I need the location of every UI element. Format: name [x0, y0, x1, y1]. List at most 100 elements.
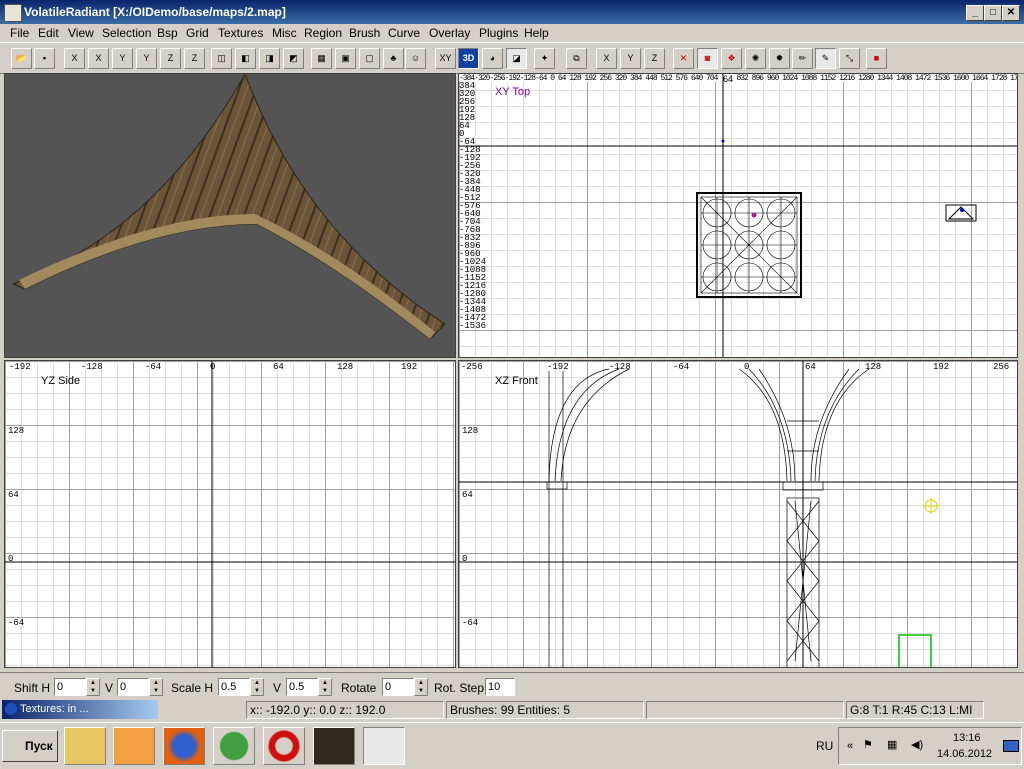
cubic-clip-icon[interactable]: ◪ [506, 48, 527, 69]
menu-file[interactable]: File [10, 26, 29, 40]
axis-z-button[interactable]: Z [644, 48, 665, 69]
rotate-x-icon[interactable]: X [88, 48, 109, 69]
clock-date[interactable]: 14.06.2012 [937, 748, 992, 760]
menu-textures[interactable]: Textures [218, 26, 263, 40]
media-player-icon[interactable] [113, 727, 155, 765]
maximize-button[interactable]: □ [984, 5, 1002, 21]
rot-step-label: Rot. Step [434, 681, 485, 695]
shift-h-field[interactable] [54, 678, 86, 696]
textures-window-tab[interactable]: Textures: in ... [2, 700, 158, 719]
menu-bar: File Edit View Selection Bsp Grid Textur… [0, 24, 1024, 42]
scale-h-spinner[interactable]: ▲ ▼ [250, 678, 264, 696]
menu-help[interactable]: Help [524, 26, 549, 40]
yz-axes [5, 361, 455, 667]
rotate-field[interactable] [382, 678, 414, 696]
flip-x-icon[interactable]: X [64, 48, 85, 69]
show-curves-icon[interactable]: ◙ [697, 48, 718, 69]
flip-z-icon[interactable]: Z [160, 48, 181, 69]
axis-x-button[interactable]: X [596, 48, 617, 69]
select-partial-icon[interactable]: ◩ [283, 48, 304, 69]
xy-top-view[interactable]: -384-320-256-192-128-64 0 64 128 192 256… [458, 73, 1018, 358]
grid-info-readout: G:8 T:1 R:45 C:13 L:MI [846, 701, 984, 719]
make-hollow-icon[interactable]: ▢ [359, 48, 380, 69]
rotate-y-icon[interactable]: Y [136, 48, 157, 69]
csg-subtract-icon[interactable]: ▦ [311, 48, 332, 69]
app-icon[interactable] [4, 4, 22, 22]
drag-vertices-icon[interactable]: ✎ [815, 48, 836, 69]
texture-lock-icon[interactable]: ◕ [482, 48, 503, 69]
volume-icon[interactable]: ◀) [911, 738, 923, 751]
stop-icon[interactable]: ■ [866, 48, 887, 69]
shift-v-spinner[interactable]: ▲ ▼ [149, 678, 163, 696]
change-view-icon[interactable]: ✦ [534, 48, 555, 69]
firefox-icon[interactable] [163, 727, 205, 765]
show-entities-icon[interactable]: ✕ [673, 48, 694, 69]
menu-plugins[interactable]: Plugins [479, 26, 518, 40]
menu-bsp[interactable]: Bsp [157, 26, 178, 40]
menu-region[interactable]: Region [304, 26, 342, 40]
language-indicator[interactable]: RU [816, 739, 833, 753]
game-app-icon[interactable] [363, 727, 405, 765]
bend-icon[interactable]: ✺ [745, 48, 766, 69]
rotate-spinner[interactable]: ▲ ▼ [414, 678, 428, 696]
flip-y-icon[interactable]: Y [112, 48, 133, 69]
menu-brush[interactable]: Brush [349, 26, 380, 40]
title-bar: VolatileRadiant [X:/OIDemo/base/maps/2.m… [0, 0, 1024, 24]
camera-view[interactable] [4, 73, 456, 358]
toolbar: 📂 ▪ X X Y Y Z Z ◫ ◧ ◨ ◩ ▦ ▣ ▢ ♣ ☺ XY 3D … [0, 42, 1024, 74]
show-patches-icon[interactable]: ❖ [721, 48, 742, 69]
camera-icon[interactable]: ☺ [405, 48, 426, 69]
xz-geometry [459, 361, 1017, 667]
menu-misc[interactable]: Misc [272, 26, 297, 40]
menu-edit[interactable]: Edit [38, 26, 59, 40]
view-3d-button[interactable]: 3D [458, 48, 479, 69]
menu-selection[interactable]: Selection [102, 26, 151, 40]
menu-curve[interactable]: Curve [388, 26, 420, 40]
shift-h-spinner[interactable]: ▲ ▼ [86, 678, 100, 696]
patch-icon[interactable]: ⧉ [566, 48, 587, 69]
menu-view[interactable]: View [68, 26, 94, 40]
open-icon[interactable]: 📂 [11, 48, 32, 69]
opera-icon[interactable] [263, 727, 305, 765]
select-inside-icon[interactable]: ◧ [235, 48, 256, 69]
coords-readout: x:: -192.0 y:: 0.0 z:: 192.0 [246, 701, 444, 719]
shift-v-field[interactable] [117, 678, 149, 696]
rotate-z-icon[interactable]: Z [184, 48, 205, 69]
menu-grid[interactable]: Grid [186, 26, 209, 40]
axis-y-button[interactable]: Y [620, 48, 641, 69]
radiant-tool-icon[interactable] [313, 727, 355, 765]
scale-v-spinner[interactable]: ▲ ▼ [318, 678, 332, 696]
scale-v-field[interactable] [286, 678, 318, 696]
flag-icon[interactable]: ⚑ [863, 738, 873, 751]
view-xy-button[interactable]: XY [435, 48, 456, 69]
utorrent-icon[interactable] [213, 727, 255, 765]
select-touching-icon[interactable]: ◨ [259, 48, 280, 69]
clock-time[interactable]: 13:16 [953, 732, 981, 744]
shift-h-label: Shift H [14, 681, 51, 695]
drag-edges-icon[interactable]: ✏ [792, 48, 813, 69]
start-button[interactable]: Пуск [2, 730, 58, 762]
entity-icon[interactable]: ♣ [383, 48, 404, 69]
close-button[interactable]: ✕ [1002, 5, 1020, 21]
rotate-label: Rotate [341, 681, 377, 695]
network-icon[interactable]: ▦ [887, 738, 897, 751]
minimize-button[interactable]: _ [966, 5, 984, 21]
window-title: VolatileRadiant [X:/OIDemo/base/maps/2.m… [24, 5, 286, 19]
cap-icon[interactable]: ✹ [769, 48, 790, 69]
scale-icon[interactable]: ⤡ [839, 48, 860, 69]
scale-h-field[interactable] [218, 678, 250, 696]
counts-readout: Brushes: 99 Entities: 5 [446, 701, 644, 719]
yz-side-view[interactable]: YZ Side -192 -128 -64 0 64 128 192 128 6… [4, 360, 456, 668]
surface-bar: Shift H ▲▼ V ▲▼ Scale H ▲▼ V ▲▼ Rotate ▲… [0, 672, 1024, 699]
xz-front-view[interactable]: XZ Front -256 -192 -128 -64 0 64 128 192… [458, 360, 1018, 668]
scale-h-label: Scale H [171, 681, 214, 695]
clipper-icon[interactable]: ◫ [211, 48, 232, 69]
save-icon[interactable]: ▪ [34, 48, 55, 69]
csg-merge-icon[interactable]: ▣ [335, 48, 356, 69]
menu-overlay[interactable]: Overlay [429, 26, 470, 40]
file-manager-icon[interactable] [64, 727, 106, 765]
rot-step-field[interactable] [485, 678, 515, 696]
system-tray: « ⚑ ▦ ◀) 13:16 14.06.2012 [838, 727, 1022, 765]
tray-expand-icon[interactable]: « [847, 740, 853, 752]
show-desktop-icon[interactable] [1003, 740, 1019, 752]
